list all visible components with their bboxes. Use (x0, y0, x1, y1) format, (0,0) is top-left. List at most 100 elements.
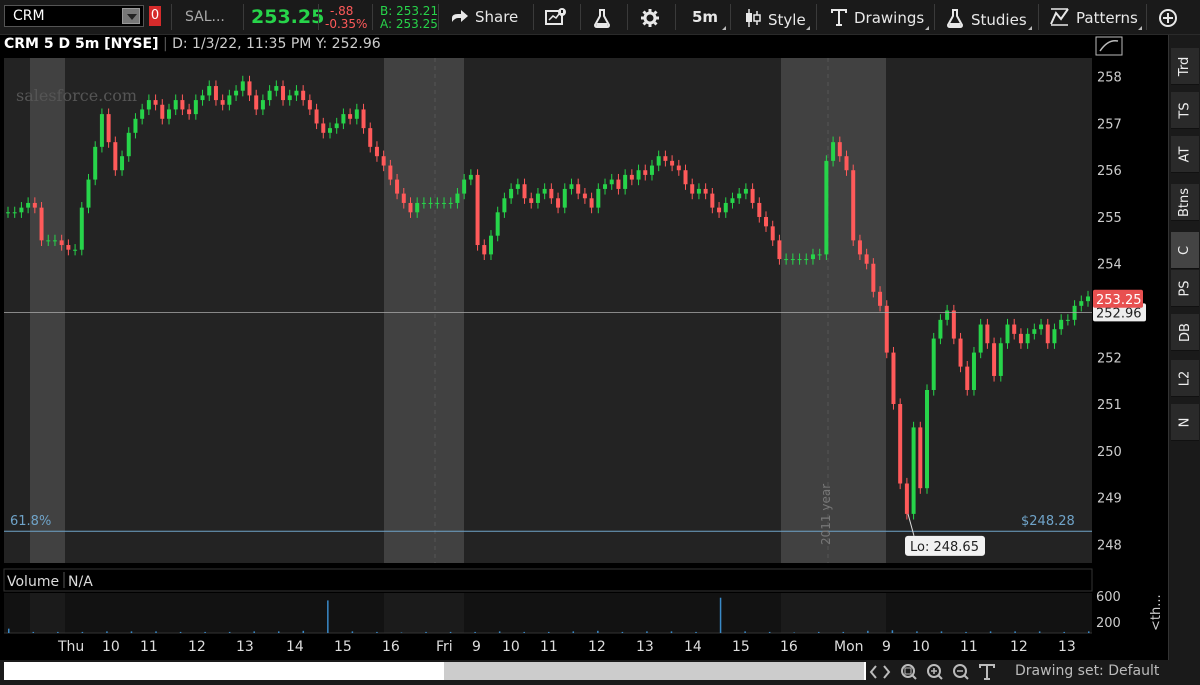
fib-price-label: $248.28 (1021, 514, 1075, 529)
divider (1038, 4, 1039, 30)
candle-body (482, 245, 487, 255)
candle-body (777, 240, 782, 260)
volume-bar (768, 631, 771, 633)
share-icon (452, 10, 468, 22)
zoom-in-icon[interactable] (927, 664, 943, 680)
drawings-button[interactable]: Drawings (830, 8, 924, 27)
divider (934, 4, 935, 30)
add-button[interactable] (1158, 8, 1184, 29)
fib-percent-label: 61.8% (10, 514, 51, 529)
dropdown-caret-icon (925, 26, 929, 30)
x-tick-label: 13 (1058, 639, 1076, 655)
volume-bar (572, 631, 575, 633)
x-tick-label: 11 (960, 639, 978, 655)
chart-sharing-button[interactable] (545, 8, 573, 27)
zoom-out-icon[interactable] (953, 664, 969, 680)
volume-bar (8, 628, 10, 633)
price-chart[interactable]: salesforce.com 2582572562552542532522512… (0, 35, 1168, 660)
collapse-tab-label[interactable]: <th... (1149, 594, 1164, 631)
candle-body (200, 95, 205, 101)
text-tool-icon[interactable] (979, 664, 995, 680)
x-tick-label: 14 (286, 639, 304, 655)
alert-badge[interactable]: 0 (149, 6, 161, 26)
sidebar-tab-btns[interactable]: Btns (1171, 184, 1199, 221)
candle-body (1005, 324, 1010, 344)
chart-tools-icon[interactable] (1095, 36, 1123, 56)
candle-body (488, 235, 493, 255)
sidebar-tab-label: L2 (1177, 370, 1193, 386)
x-tick-label: Mon (834, 639, 864, 655)
studies-button[interactable]: Studies (945, 8, 1027, 29)
sidebar-tab-ts[interactable]: TS (1171, 92, 1199, 129)
sidebar-tab-l2[interactable]: L2 (1171, 360, 1199, 397)
candle-body (354, 109, 359, 119)
candle-body (401, 193, 406, 203)
timeframe-button[interactable]: 5m (692, 8, 718, 26)
horizontal-scrollbar[interactable] (4, 662, 866, 680)
candle-body (240, 81, 245, 91)
volume-bar (278, 631, 280, 633)
studies-label: Studies (971, 11, 1027, 29)
candle-body (911, 427, 916, 514)
divider (438, 4, 439, 30)
candle-body (442, 202, 447, 204)
candle-body (1025, 333, 1030, 344)
candle-body (770, 226, 775, 241)
volume-bar (155, 631, 157, 633)
y-tick-label: 256 (1097, 164, 1122, 179)
flask-button[interactable] (592, 8, 618, 29)
patterns-icon (1050, 8, 1069, 26)
last-price: 253.25 (251, 6, 325, 28)
candle-body (368, 128, 373, 147)
drawing-set-label[interactable]: Drawing set: Default (1015, 663, 1159, 679)
candle-body (307, 100, 312, 110)
sidebar-tab-db[interactable]: DB (1171, 314, 1199, 351)
candle-body (99, 114, 104, 147)
candle-body (381, 156, 386, 166)
sidebar-tab-c[interactable]: C (1171, 232, 1199, 269)
crosshair-value: Y: 252.96 (315, 36, 381, 52)
flask-icon (946, 9, 964, 28)
zoom-region-icon[interactable] (901, 664, 917, 680)
chevron-down-icon[interactable] (122, 8, 140, 24)
pan-right-icon[interactable] (883, 665, 891, 679)
pan-left-icon[interactable] (869, 665, 877, 679)
candle-body (804, 259, 809, 261)
candle-body (857, 240, 862, 255)
volume-bar (891, 630, 894, 633)
volume-header (3, 568, 1093, 592)
candle-body (945, 310, 950, 320)
chart-grid-icon (545, 8, 566, 25)
candle-body (281, 86, 286, 101)
candle-body (26, 202, 31, 208)
chart-title[interactable]: CRM 5 D 5m [NYSE] (4, 36, 158, 52)
x-tick-label: 14 (684, 639, 702, 655)
patterns-label: Patterns (1076, 9, 1138, 27)
volume-area[interactable] (4, 593, 1092, 633)
candle-body (166, 109, 171, 119)
sidebar-tab-at[interactable]: AT (1171, 136, 1199, 173)
sidebar-tab-label: PS (1177, 279, 1193, 297)
candle-body (596, 188, 601, 208)
scrollbar-thumb[interactable] (444, 662, 864, 680)
candle-body (790, 259, 795, 261)
volume-bar (302, 630, 305, 633)
settings-button[interactable] (640, 8, 666, 29)
volume-bar (1014, 631, 1016, 633)
patterns-button[interactable]: Patterns (1050, 8, 1138, 27)
candle-body (696, 188, 701, 194)
candle-body (314, 109, 319, 124)
candle-body (160, 104, 165, 119)
sidebar-tab-trd[interactable]: Trd (1171, 48, 1199, 85)
share-button[interactable]: Share (451, 8, 518, 26)
crosshair-date: D: 1/3/22, 11:35 PM (172, 36, 312, 52)
net-change: -.88 (330, 4, 354, 18)
volume-bar (1038, 631, 1041, 633)
candle-body (73, 249, 78, 251)
sidebar-tab-ps[interactable]: PS (1171, 270, 1199, 307)
style-button[interactable]: Style (744, 8, 806, 29)
sidebar-tab-n[interactable]: N (1171, 404, 1199, 441)
symbol-selector[interactable]: CRM (4, 5, 144, 27)
candle-body (213, 86, 218, 101)
candle-body (582, 193, 587, 199)
